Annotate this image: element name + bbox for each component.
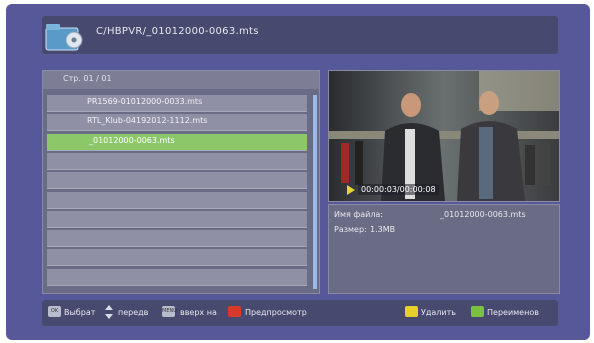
size-label: Размер: [334, 225, 367, 234]
yellow-key-icon [405, 306, 418, 317]
file-row[interactable] [47, 230, 307, 248]
green-key-icon [471, 306, 484, 317]
scroll-thumb[interactable] [313, 95, 317, 289]
play-icon [347, 185, 355, 195]
file-row[interactable] [47, 268, 307, 286]
file-row[interactable] [47, 172, 307, 190]
select-hint[interactable]: Выбрат [64, 308, 95, 317]
updown-arrows-icon [104, 304, 114, 319]
list-page-header: Стр. 01 / 01 [43, 71, 319, 89]
menu-key-icon: MENU [162, 306, 177, 317]
file-row[interactable] [47, 210, 307, 228]
rename-hint[interactable]: Переименов [487, 308, 539, 317]
file-row[interactable] [47, 249, 307, 267]
file-row[interactable]: PR1569-01012000-0033.mts [47, 95, 307, 112]
filename-label: Имя файла: [334, 210, 384, 219]
file-row[interactable]: RTL_Klub-04192012-1112.mts [47, 114, 307, 132]
size-value: 1.3MB [370, 225, 396, 234]
filename-value: _01012000-0063.mts [440, 210, 526, 219]
red-key-icon [228, 306, 241, 317]
ok-key-icon: OK [48, 306, 61, 317]
up-hint[interactable]: вверх на [180, 308, 217, 317]
file-name: RTL_Klub-04192012-1112.mts [87, 116, 208, 126]
preview-frame-image [329, 71, 559, 201]
delete-hint[interactable]: Удалить [421, 308, 456, 317]
file-row-selected[interactable]: _01012000-0063.mts [47, 133, 307, 151]
playback-timecode: 00:00:03/00:00:08 [358, 184, 439, 195]
file-list-panel: Стр. 01 / 01 PR1569-01012000-0033.mts RTL… [42, 70, 320, 294]
list-scrollbar[interactable] [313, 95, 317, 289]
file-name: _01012000-0063.mts [89, 135, 175, 145]
file-row[interactable] [47, 191, 307, 209]
page-indicator: Стр. 01 / 01 [63, 74, 112, 83]
media-folder-icon [44, 20, 86, 52]
file-name: PR1569-01012000-0033.mts [87, 97, 203, 106]
current-path: C/HBPVR/_01012000-0063.mts [96, 26, 259, 37]
video-preview [328, 70, 560, 202]
preview-hint[interactable]: Предпросмотр [245, 308, 307, 317]
file-row[interactable] [47, 152, 307, 170]
move-hint[interactable]: передв [118, 308, 148, 317]
